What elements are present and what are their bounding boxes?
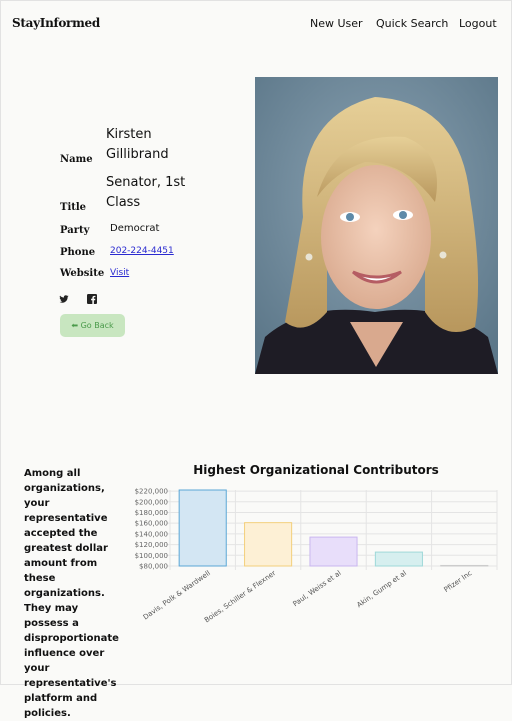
representative-portrait — [255, 77, 498, 374]
y-tick-label: $140,000 — [135, 530, 168, 538]
name-line-1: Kirsten — [106, 127, 152, 142]
twitter-icon[interactable] — [59, 289, 71, 303]
bar — [178, 489, 227, 567]
x-tick-label: Boies, Schiller & Flexner — [203, 569, 277, 624]
name-label: Name — [60, 154, 93, 165]
chart-x-ticks: Davis, Polk & WardwellBoies, Schiller & … — [142, 569, 474, 624]
x-tick-label: Davis, Polk & Wardwell — [142, 569, 212, 621]
chart-title: Highest Organizational Contributors — [193, 463, 439, 477]
chart-y-ticks: $80,000 $100,000 $120,000 $140,000 $160,000 $… — [135, 488, 168, 571]
contributors-chart: $80,000 $100,000 $120,000 $140,000 $160,000 $… — [135, 488, 498, 624]
x-tick-label: Akin, Gump et al — [355, 569, 408, 609]
title-line-1: Senator, 1st — [106, 175, 186, 190]
representative-name: Kirsten Gillibrand — [106, 125, 206, 165]
y-tick-label: $100,000 — [135, 552, 168, 560]
y-tick-label: $160,000 — [135, 520, 168, 528]
go-back-button[interactable]: ⬅ Go Back — [60, 314, 125, 337]
bar — [440, 564, 489, 567]
x-tick-label: Paul, Weiss et al — [292, 569, 343, 608]
brand-logo[interactable]: StayInformed — [12, 16, 100, 30]
nav-new-user[interactable]: New User — [310, 17, 363, 30]
nav-quick-search[interactable]: Quick Search — [376, 17, 448, 30]
y-tick-label: $180,000 — [135, 509, 168, 517]
contributors-blurb: Among all organizations, your representa… — [24, 468, 119, 719]
name-line-2: Gillibrand — [106, 147, 169, 162]
facebook-icon[interactable] — [87, 289, 99, 304]
party-label: Party — [60, 225, 90, 236]
x-tick-label: Pfizer Inc — [443, 569, 474, 594]
y-tick-label: $220,000 — [135, 488, 168, 496]
website-link[interactable]: Visit — [110, 268, 129, 278]
title-label: Title — [60, 202, 87, 213]
phone-label: Phone — [60, 247, 96, 258]
party-value: Democrat — [110, 223, 160, 234]
representative-title: Senator, 1st Class — [106, 173, 206, 213]
bar — [309, 536, 358, 567]
phone-link[interactable]: 202-224-4451 — [110, 246, 174, 256]
nav-logout[interactable]: Logout — [459, 17, 497, 30]
bar — [374, 551, 423, 567]
website-label: Website — [60, 268, 105, 279]
y-tick-label: $200,000 — [135, 498, 168, 506]
y-tick-label: $120,000 — [135, 541, 168, 549]
bar — [244, 522, 293, 567]
title-line-2: Class — [106, 195, 141, 210]
y-tick-label: $80,000 — [139, 563, 168, 571]
